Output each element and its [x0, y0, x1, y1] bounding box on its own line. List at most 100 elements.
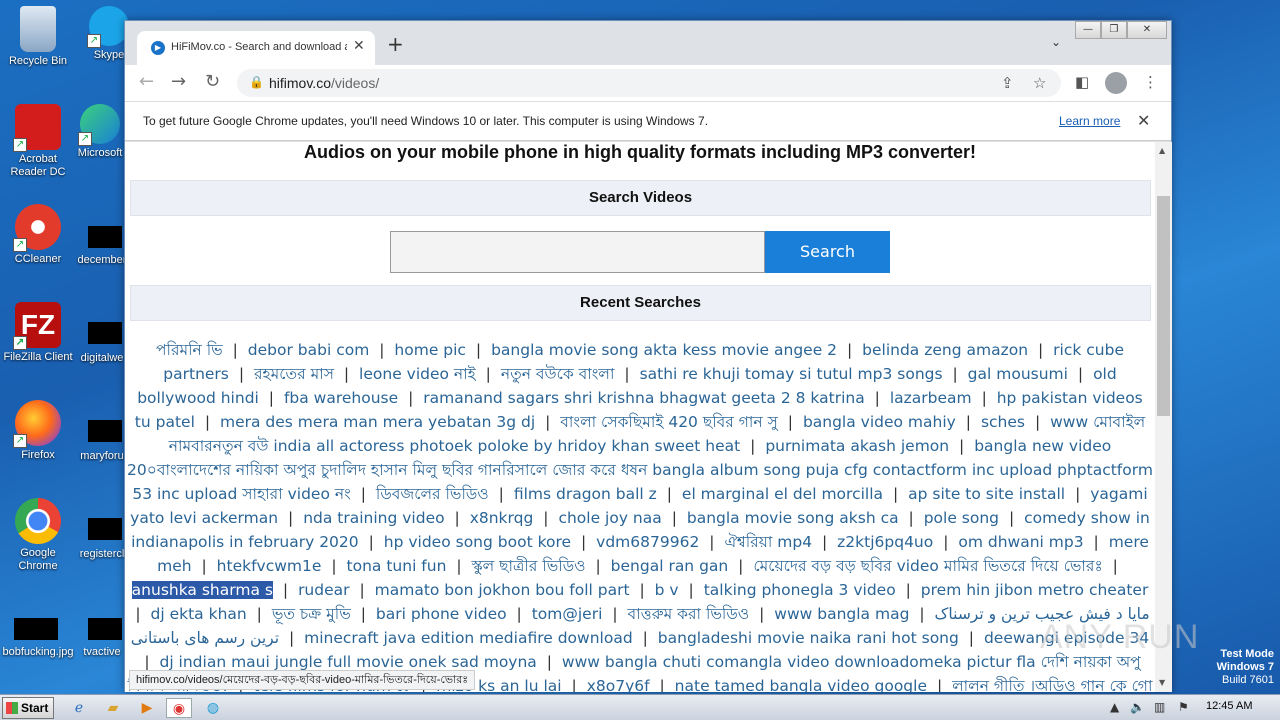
desktop-icon-firefox[interactable]: ↗ Firefox — [0, 400, 76, 462]
recent-search-link[interactable]: নতুন বউকে বাংলা — [501, 365, 615, 383]
reload-button[interactable]: ↻ — [205, 72, 220, 92]
recent-search-link[interactable]: bangladeshi movie naika rani hot song — [658, 629, 959, 647]
recent-search-link[interactable]: home pic — [394, 341, 466, 359]
recent-search-link[interactable]: leone video নাই — [359, 365, 476, 383]
recent-search-link[interactable]: htekfvcwm1e — [217, 557, 322, 575]
edge-taskbar-icon[interactable]: ◍ — [200, 698, 226, 718]
recent-search-link[interactable]: anushka sharma s — [131, 581, 273, 599]
recent-search-link[interactable]: bengal ran gan — [611, 557, 729, 575]
recent-search-link[interactable]: prem hin jibon metro cheater — [921, 581, 1149, 599]
recent-search-link[interactable]: dj indian maui jungle full movie onek sa… — [159, 653, 536, 671]
recent-search-link[interactable]: talking phonegla 3 video — [704, 581, 896, 599]
vertical-scrollbar[interactable]: ▲ ▼ — [1155, 142, 1172, 692]
recent-search-link[interactable]: mamato bon jokhon bou foll part — [375, 581, 630, 599]
recent-search-link[interactable]: www bangla mag — [774, 605, 909, 623]
infobar-close-icon[interactable]: ✕ — [1137, 111, 1150, 130]
recent-search-link[interactable]: bangla video mahiy — [803, 413, 956, 431]
menu-kebab-icon[interactable]: ⋮ — [1143, 73, 1158, 91]
recent-search-link[interactable]: ডিবজলের ভিডিও — [376, 485, 489, 503]
recent-search-link[interactable]: hp video song boot kore — [384, 533, 571, 551]
desktop-icon-registercl[interactable]: registercl — [72, 548, 132, 561]
network-icon[interactable]: ▥ — [1154, 700, 1165, 714]
chrome-taskbar-icon[interactable]: ◉ — [166, 698, 192, 718]
recent-search-link[interactable]: nate tamed bangla video google — [675, 677, 927, 692]
recent-search-link[interactable]: debor babi com — [248, 341, 370, 359]
start-button[interactable]: Start — [2, 697, 54, 719]
recent-search-link[interactable]: vdm6879962 — [596, 533, 699, 551]
recent-search-link[interactable]: bangla movie song aksh ca — [687, 509, 899, 527]
recent-search-link[interactable]: tona tuni fun — [347, 557, 447, 575]
scroll-down-icon[interactable]: ▼ — [1159, 678, 1165, 687]
tab-close-icon[interactable]: ✕ — [353, 38, 365, 54]
recent-search-link[interactable]: gal mousumi — [968, 365, 1068, 383]
recent-search-link[interactable]: fba warehouse — [284, 389, 398, 407]
recent-search-link[interactable]: dj ekta khan — [151, 605, 247, 623]
desktop-icon-acrobat[interactable]: ↗ Acrobat Reader DC — [0, 104, 76, 179]
recent-search-link[interactable]: বাংলা সেকছিমাই 420 ছবির গান সু — [560, 413, 778, 431]
desktop-icon-ccleaner[interactable]: ↗ CCleaner — [0, 204, 76, 266]
recent-search-link[interactable]: পরিমনি ভি — [156, 341, 223, 359]
recent-search-link[interactable]: pole song — [924, 509, 999, 527]
desktop-icon-recycle-bin[interactable]: Recycle Bin — [0, 6, 76, 68]
recent-search-link[interactable]: ভূত চক্র মুভি — [272, 605, 351, 623]
recent-search-link[interactable]: mera des mera man mera yebatan 3g dj — [220, 413, 535, 431]
recent-search-link[interactable]: বাত্তরুম করা ভিডিও — [628, 605, 750, 623]
recent-search-link[interactable]: x8o7y6f — [587, 677, 650, 692]
explorer-taskbar-icon[interactable]: ▰ — [100, 698, 126, 718]
recent-search-link[interactable]: chole joy naa — [558, 509, 661, 527]
recent-search-link[interactable]: x8nkrqg — [470, 509, 534, 527]
recent-search-link[interactable]: bari phone video — [376, 605, 507, 623]
desktop-icon-chrome[interactable]: Google Chrome — [0, 498, 76, 573]
desktop-icon-december[interactable]: december — [72, 254, 132, 267]
recent-search-link[interactable]: ap site to site install — [908, 485, 1065, 503]
ie-taskbar-icon[interactable]: ℯ — [66, 698, 92, 718]
recent-search-link[interactable]: minecraft java edition mediafire downloa… — [304, 629, 633, 647]
desktop-icon-edge[interactable]: ↗ Microsoft — [70, 104, 130, 160]
tray-expand-icon[interactable]: ▲ — [1110, 700, 1119, 714]
recent-search-link[interactable]: el marginal el del morcilla — [682, 485, 883, 503]
desktop-icon-digitalwe[interactable]: digitalwe — [72, 352, 132, 365]
desktop-icon-maryforu[interactable]: maryforu — [72, 450, 132, 463]
minimize-button[interactable]: — — [1075, 21, 1101, 39]
recent-search-link[interactable]: belinda zeng amazon — [862, 341, 1028, 359]
tab-hifimov[interactable]: ▶ HiFiMov.co - Search and download a ✕ — [137, 31, 375, 65]
forward-button[interactable]: → — [171, 72, 186, 92]
recent-search-link[interactable]: sches — [981, 413, 1025, 431]
recent-search-link[interactable]: sathi re khuji tomay si tutul mp3 songs — [640, 365, 943, 383]
recent-search-link[interactable]: b v — [655, 581, 679, 599]
desktop-icon-filezilla[interactable]: FZ ↗ FileZilla Client — [0, 302, 76, 364]
side-panel-icon[interactable]: ◧ — [1075, 73, 1089, 91]
clock[interactable]: 12:45 AM — [1206, 700, 1252, 712]
recent-search-link[interactable]: tom@jeri — [532, 605, 603, 623]
back-button[interactable]: ← — [139, 72, 154, 92]
scroll-thumb[interactable] — [1157, 196, 1170, 416]
share-icon[interactable]: ⇪ — [1001, 74, 1014, 92]
recent-search-link[interactable]: রহমতের মাস — [254, 365, 334, 383]
media-player-taskbar-icon[interactable]: ▶ — [134, 698, 160, 718]
recent-search-link[interactable]: স্কুল ছাত্রীর ভিডিও — [472, 557, 586, 575]
recent-search-link[interactable]: om dhwani mp3 — [958, 533, 1083, 551]
desktop-icon-tvactive[interactable]: tvactive — [72, 646, 132, 659]
close-window-button[interactable]: ✕ — [1126, 21, 1167, 39]
recent-search-link[interactable]: bangla movie song akta kess movie angee … — [491, 341, 837, 359]
address-bar[interactable]: 🔒 hifimov.co/videos/ ⇪ ☆ — [237, 69, 1061, 97]
bookmark-star-icon[interactable]: ☆ — [1033, 74, 1046, 92]
action-center-flag-icon[interactable]: ⚑ — [1178, 700, 1189, 714]
recent-search-link[interactable]: ramanand sagars shri krishna bhagwat gee… — [423, 389, 864, 407]
recent-search-link[interactable]: films dragon ball z — [514, 485, 657, 503]
recent-search-link[interactable]: ঐশ্বরিয়া mp4 — [724, 533, 812, 551]
profile-avatar-icon[interactable] — [1105, 72, 1127, 94]
volume-icon[interactable]: 🔈 — [1130, 700, 1145, 714]
learn-more-link[interactable]: Learn more — [1059, 114, 1120, 128]
desktop-icon-bobfucking[interactable]: bobfucking.jpg — [0, 646, 78, 659]
recent-search-link[interactable]: মেয়েদের বড় বড় ছবির video মামির ভিতরে … — [753, 557, 1102, 575]
maximize-button[interactable]: ❐ — [1100, 21, 1127, 39]
search-input[interactable] — [390, 231, 765, 273]
recent-search-link[interactable]: nda training video — [303, 509, 444, 527]
recent-search-link[interactable]: purnimata akash jemon — [765, 437, 949, 455]
scroll-up-icon[interactable]: ▲ — [1159, 146, 1165, 155]
search-button[interactable]: Search — [765, 231, 890, 273]
tab-search-chevron-icon[interactable]: ⌄ — [1051, 35, 1061, 49]
recent-search-link[interactable]: lazarbeam — [890, 389, 972, 407]
recent-search-link[interactable]: z2ktj6pq4uo — [837, 533, 933, 551]
